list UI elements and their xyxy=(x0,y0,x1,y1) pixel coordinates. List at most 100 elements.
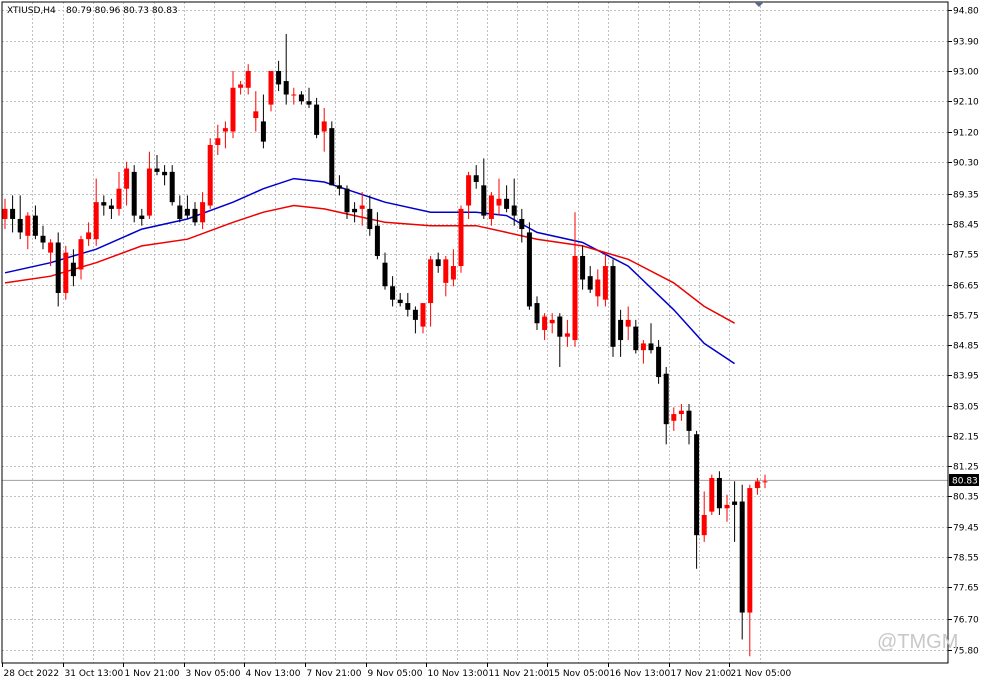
candle[interactable] xyxy=(618,309,624,357)
candle[interactable] xyxy=(580,245,586,290)
candle[interactable] xyxy=(32,205,38,240)
candle[interactable] xyxy=(268,70,274,112)
candle[interactable] xyxy=(101,195,107,216)
candle[interactable] xyxy=(504,185,510,213)
candle[interactable] xyxy=(253,91,259,132)
candle[interactable] xyxy=(405,292,411,317)
candle[interactable] xyxy=(86,222,92,246)
candle[interactable] xyxy=(701,491,707,542)
candle[interactable] xyxy=(534,296,540,330)
candle[interactable] xyxy=(747,484,753,657)
candle[interactable] xyxy=(124,161,130,206)
candle[interactable] xyxy=(238,81,244,95)
candle[interactable] xyxy=(625,306,631,341)
candle[interactable] xyxy=(686,403,692,445)
candle[interactable] xyxy=(428,255,434,327)
candle[interactable] xyxy=(177,195,183,223)
candle[interactable] xyxy=(412,306,418,334)
candles[interactable] xyxy=(2,33,768,657)
shift-marker-icon[interactable] xyxy=(754,2,764,7)
candle[interactable] xyxy=(55,232,61,307)
candle[interactable] xyxy=(283,33,289,105)
candle[interactable] xyxy=(542,313,548,341)
candle[interactable] xyxy=(215,124,221,156)
candle[interactable] xyxy=(10,195,16,233)
candle[interactable] xyxy=(154,155,160,176)
candle[interactable] xyxy=(595,269,601,307)
candle[interactable] xyxy=(671,407,677,431)
candle[interactable] xyxy=(146,151,152,219)
candle[interactable] xyxy=(131,165,137,223)
candle[interactable] xyxy=(63,245,69,300)
candle-body xyxy=(473,175,479,182)
candle[interactable] xyxy=(564,319,570,347)
candle[interactable] xyxy=(640,340,646,364)
candle[interactable] xyxy=(222,121,228,149)
candle[interactable] xyxy=(169,165,175,206)
candle[interactable] xyxy=(443,255,449,297)
candle[interactable] xyxy=(78,235,84,280)
candle[interactable] xyxy=(162,165,168,186)
candle[interactable] xyxy=(207,138,213,209)
candle[interactable] xyxy=(260,94,266,149)
candle[interactable] xyxy=(374,212,380,260)
candle[interactable] xyxy=(420,303,426,334)
candle[interactable] xyxy=(557,313,563,367)
price-chart[interactable]: 94.80 93.90 93.00 92.10 91.20 90.30 89.35 88.45… xyxy=(0,0,984,681)
candle[interactable] xyxy=(390,276,396,307)
candle[interactable] xyxy=(572,212,578,347)
candle[interactable] xyxy=(663,366,669,445)
candle[interactable] xyxy=(481,158,487,219)
candle[interactable] xyxy=(352,202,358,223)
candle[interactable] xyxy=(139,208,145,226)
candle[interactable] xyxy=(610,259,616,357)
candle[interactable] xyxy=(367,195,373,236)
candle[interactable] xyxy=(602,252,608,307)
candle[interactable] xyxy=(656,340,662,384)
candle[interactable] xyxy=(549,313,555,334)
candle[interactable] xyxy=(435,252,441,273)
candle-body xyxy=(602,266,608,300)
candle[interactable] xyxy=(329,121,335,186)
candle[interactable] xyxy=(306,87,312,108)
candle[interactable] xyxy=(587,266,593,293)
candle[interactable] xyxy=(382,252,388,290)
candle[interactable] xyxy=(762,474,768,489)
candle[interactable] xyxy=(694,430,700,569)
candle[interactable] xyxy=(526,222,532,310)
y-tick-label: 93.00 xyxy=(953,68,979,78)
candle[interactable] xyxy=(336,175,342,196)
candle[interactable] xyxy=(108,198,114,219)
candle[interactable] xyxy=(291,87,297,105)
candle[interactable] xyxy=(40,225,46,250)
candle[interactable] xyxy=(709,474,715,515)
candle[interactable] xyxy=(314,97,320,139)
candle[interactable] xyxy=(359,192,365,226)
candle[interactable] xyxy=(116,171,122,216)
candle[interactable] xyxy=(184,195,190,219)
candle[interactable] xyxy=(25,212,31,250)
candle-body xyxy=(382,262,388,287)
candle[interactable] xyxy=(739,484,745,640)
candle[interactable] xyxy=(245,64,251,95)
candle[interactable] xyxy=(473,165,479,189)
candle[interactable] xyxy=(458,205,464,273)
candle[interactable] xyxy=(648,323,654,354)
candle[interactable] xyxy=(397,292,403,307)
candle[interactable] xyxy=(496,178,502,216)
candle[interactable] xyxy=(200,192,206,230)
candle[interactable] xyxy=(321,107,327,152)
candle-body xyxy=(640,343,646,351)
candle[interactable] xyxy=(230,70,236,139)
candle[interactable] xyxy=(519,208,525,243)
candle[interactable] xyxy=(192,202,198,226)
candle[interactable] xyxy=(93,178,99,246)
candle[interactable] xyxy=(298,91,304,105)
candle[interactable] xyxy=(716,471,722,515)
candle[interactable] xyxy=(633,319,639,354)
candle[interactable] xyxy=(488,192,494,226)
candle[interactable] xyxy=(276,60,282,92)
candle[interactable] xyxy=(724,494,730,522)
candle[interactable] xyxy=(17,195,23,240)
candle[interactable] xyxy=(732,481,738,542)
